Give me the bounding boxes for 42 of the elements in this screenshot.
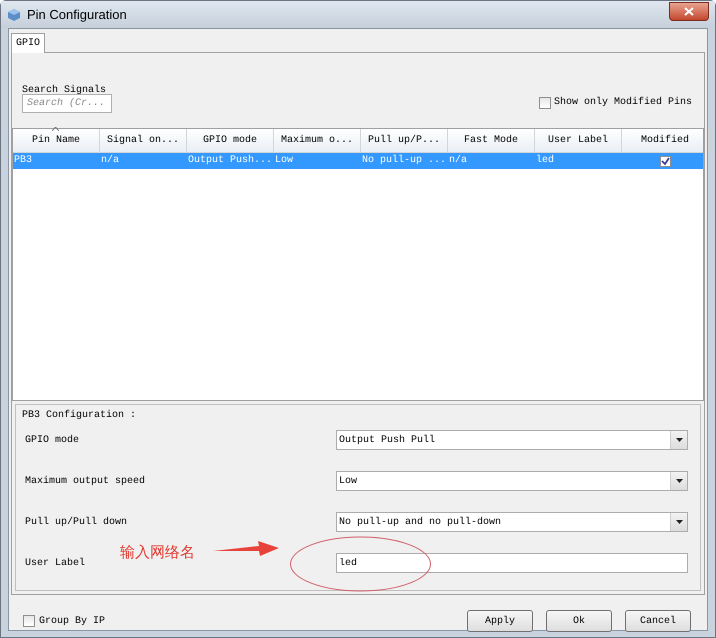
table-cell-text: PB3 — [13, 154, 34, 168]
table-cell-text: n/a — [100, 154, 120, 168]
group-title: PB3 Configuration : — [22, 408, 136, 423]
column-header[interactable]: Fast Mode — [448, 129, 535, 152]
column-header[interactable]: Signal on... — [100, 129, 187, 152]
column-header[interactable]: Pin Name — [13, 129, 100, 152]
table-cell-text: led — [535, 154, 556, 168]
app-icon — [7, 8, 21, 22]
close-button[interactable] — [669, 2, 709, 21]
table-cell-text: Output Push... — [187, 154, 274, 168]
dialog-button[interactable]: Apply — [467, 610, 533, 632]
dialog-button[interactable]: Cancel — [625, 610, 691, 632]
tab[interactable]: GPIO — [11, 33, 46, 53]
table-cell-text: Low — [274, 154, 294, 168]
dropdown[interactable]: No pull-up and no pull-down — [336, 512, 688, 532]
close-icon — [684, 7, 694, 16]
field-label: Maximum output speed — [25, 474, 146, 488]
sort-icon — [52, 127, 59, 131]
column-header[interactable]: Modified — [622, 129, 709, 152]
window-title: Pin Configuration — [27, 6, 127, 24]
field-label: GPIO mode — [25, 434, 80, 448]
dialog-button[interactable]: Ok — [546, 610, 612, 632]
group-by-ip-checkbox[interactable]: Group By IP — [23, 614, 106, 628]
modified-checkbox[interactable] — [660, 156, 671, 166]
column-header[interactable]: Pull up/P... — [361, 129, 448, 152]
table-cell-text: No pull-up ... — [361, 154, 448, 168]
dropdown-arrow-icon — [676, 479, 682, 483]
text-field[interactable]: led — [336, 553, 688, 573]
dropdown-arrow-icon — [676, 438, 682, 442]
show-modified-checkbox[interactable]: Show only Modified Pins — [538, 95, 692, 110]
search-field[interactable]: Search (Cr... — [22, 94, 112, 113]
column-header[interactable]: GPIO mode — [187, 129, 274, 152]
table-cell-text: n/a — [448, 154, 468, 168]
annotation-text: 输入网络名 — [120, 542, 195, 563]
annotation-arrow — [213, 541, 279, 557]
field-label: User Label — [25, 556, 86, 570]
dropdown-arrow-icon — [676, 520, 682, 524]
column-header[interactable]: Maximum o... — [274, 129, 361, 152]
dropdown[interactable]: Low — [336, 471, 688, 491]
dropdown[interactable]: Output Push Pull — [336, 430, 688, 450]
field-label: Pull up/Pull down — [25, 516, 128, 530]
column-header[interactable]: User Label — [535, 129, 622, 152]
